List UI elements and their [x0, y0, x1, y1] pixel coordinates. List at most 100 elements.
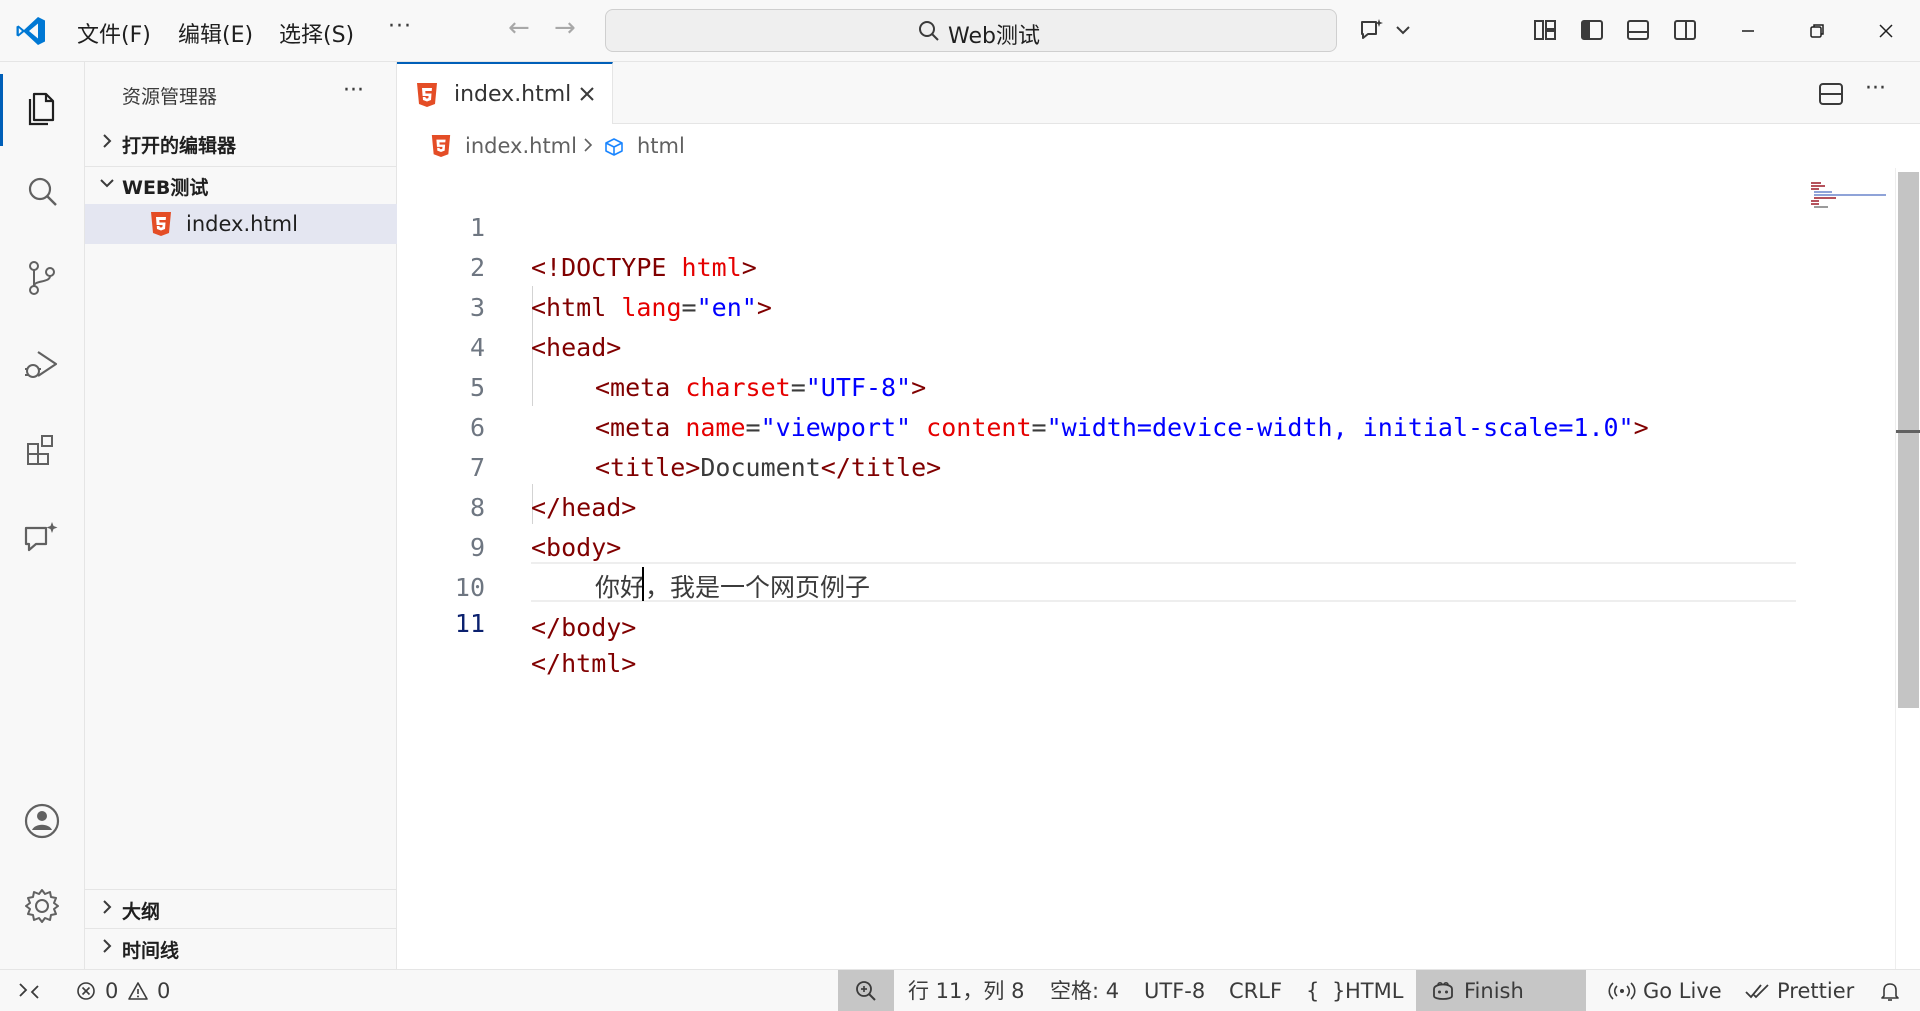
copilot-chat-icon[interactable]	[1358, 16, 1386, 44]
tab-index-html[interactable]: index.html	[397, 62, 613, 125]
zoom-button[interactable]	[838, 970, 894, 1011]
search-icon	[919, 21, 939, 41]
html5-icon	[151, 212, 171, 236]
warning-count[interactable]: 0	[157, 970, 170, 1011]
restore-icon[interactable]	[1800, 14, 1834, 48]
chevron-down-icon[interactable]	[1393, 16, 1413, 44]
finish-setup-button[interactable]: Finish Setup	[1416, 970, 1586, 1011]
minimize-icon[interactable]	[1731, 14, 1765, 48]
split-editor-icon[interactable]	[1817, 80, 1845, 108]
cursor-position-marker	[1896, 430, 1920, 433]
code-line: 8 <body>	[397, 448, 1797, 562]
open-editors-label: 打开的编辑器	[122, 135, 237, 157]
breadcrumb: index.html html	[397, 124, 1920, 168]
notifications-bell-icon[interactable]	[1878, 979, 1902, 1003]
explorer-icon[interactable]	[20, 86, 64, 130]
explorer-more-button[interactable]: ···	[343, 78, 364, 103]
token: </body>	[531, 613, 637, 642]
outline-label: 大纲	[122, 901, 161, 923]
outline-section[interactable]: 大纲	[85, 890, 397, 928]
menu-edit[interactable]: 编辑(E)	[178, 17, 253, 49]
editor-more-actions-button[interactable]: ···	[1865, 76, 1886, 101]
toggle-primary-sidebar-icon[interactable]	[1578, 16, 1606, 44]
scrollbar-thumb[interactable]	[1898, 172, 1919, 708]
error-count[interactable]: 0	[105, 970, 118, 1011]
code-line: 4 <meta charset="UTF-8">	[397, 288, 1797, 402]
code-line: 1 <!DOCTYPE html>	[397, 168, 1797, 282]
source-control-icon[interactable]	[20, 256, 64, 300]
error-icon[interactable]	[75, 980, 97, 1002]
language-mode[interactable]: HTML	[1345, 970, 1403, 1011]
html5-icon	[431, 135, 451, 157]
vscode-logo-icon	[16, 17, 45, 45]
run-debug-icon[interactable]	[20, 342, 64, 386]
command-center-search[interactable]: Web测试	[605, 9, 1337, 52]
customize-layout-icon[interactable]	[1531, 16, 1559, 44]
warning-icon[interactable]	[127, 980, 149, 1002]
prettier-button[interactable]: Prettier	[1777, 970, 1854, 1011]
title-bar: 文件(F) 编辑(E) 选择(S) ··· ← → Web测试	[0, 0, 1920, 62]
line-ending[interactable]: CRLF	[1229, 970, 1282, 1011]
open-editors-section[interactable]: 打开的编辑器	[85, 124, 397, 162]
token: </html>	[531, 649, 637, 678]
breadcrumb-symbol[interactable]: html	[637, 134, 685, 158]
back-arrow-icon[interactable]: ←	[508, 13, 530, 43]
settings-gear-icon[interactable]	[20, 884, 64, 928]
close-icon[interactable]	[575, 82, 599, 106]
file-tree-item-index-html[interactable]: index.html	[85, 204, 397, 244]
explorer-title: 资源管理器	[122, 86, 218, 108]
code-line: 11 </html>	[397, 564, 1797, 678]
chevron-down-icon	[100, 179, 114, 188]
chevron-right-icon	[103, 939, 112, 953]
editor-scrollbar[interactable]	[1895, 168, 1920, 969]
chat-icon[interactable]	[20, 516, 64, 560]
minimap[interactable]	[1809, 180, 1889, 210]
toggle-panel-icon[interactable]	[1624, 16, 1652, 44]
line-number: 11	[454, 609, 485, 638]
close-window-icon[interactable]	[1869, 14, 1903, 48]
code-line: 7 </head>	[397, 408, 1797, 522]
active-indicator	[0, 74, 3, 146]
status-bar: 0 0 行 11，列 8 空格: 4 UTF-8 CRLF { } HTML F…	[0, 969, 1920, 1011]
breadcrumb-file[interactable]: index.html	[465, 134, 577, 158]
broadcast-icon[interactable]	[1608, 980, 1636, 1002]
folder-label: WEB测试	[122, 177, 209, 199]
account-icon[interactable]	[20, 799, 64, 843]
menu-file[interactable]: 文件(F)	[77, 17, 151, 49]
chevron-right-icon	[584, 138, 593, 152]
copilot-icon	[1433, 981, 1453, 1000]
go-live-button[interactable]: Go Live	[1643, 970, 1722, 1011]
code-line: 5 <meta name="viewport" content="width=d…	[397, 328, 1797, 442]
code-line: 3 <head>	[397, 248, 1797, 362]
code-line: 2 <html lang="en">	[397, 208, 1797, 322]
code-line: 6 <title>Document</title>	[397, 368, 1797, 482]
cursor-position[interactable]: 行 11，列 8	[908, 970, 1024, 1011]
html5-icon	[417, 83, 437, 107]
code-editor[interactable]: 1 <!DOCTYPE html> 2 <html lang="en"> 3 <…	[397, 168, 1920, 969]
file-tree-item-label: index.html	[186, 212, 298, 236]
activity-bar	[0, 62, 85, 969]
tab-label: index.html	[454, 82, 572, 107]
indentation[interactable]: 空格: 4	[1050, 970, 1119, 1011]
chevron-right-icon	[103, 900, 112, 914]
menu-more-button[interactable]: ···	[388, 14, 412, 39]
zoom-in-icon	[856, 981, 876, 1001]
remote-icon[interactable]	[0, 970, 58, 1011]
chevron-right-icon	[103, 134, 112, 148]
encoding[interactable]: UTF-8	[1144, 970, 1205, 1011]
explorer-sidebar: 资源管理器 ··· 打开的编辑器 WEB测试 index.html 大纲 时间线	[85, 62, 397, 969]
command-center-label: Web测试	[948, 24, 1040, 49]
prettier-check-icon[interactable]	[1744, 980, 1770, 1002]
extensions-icon[interactable]	[20, 428, 64, 472]
menu-selection[interactable]: 选择(S)	[279, 17, 354, 49]
language-braces-icon[interactable]: { }	[1306, 970, 1348, 1011]
timeline-section[interactable]: 时间线	[85, 929, 397, 967]
timeline-label: 时间线	[122, 940, 180, 962]
search-icon[interactable]	[20, 170, 64, 214]
toggle-secondary-sidebar-icon[interactable]	[1671, 16, 1699, 44]
editor-tabs-bar: index.html ···	[397, 62, 1920, 125]
forward-arrow-icon[interactable]: →	[554, 13, 576, 43]
folder-section[interactable]: WEB测试	[85, 166, 397, 204]
symbol-field-icon	[605, 138, 623, 156]
finish-setup-label: Finish Setup	[1464, 979, 1524, 1003]
